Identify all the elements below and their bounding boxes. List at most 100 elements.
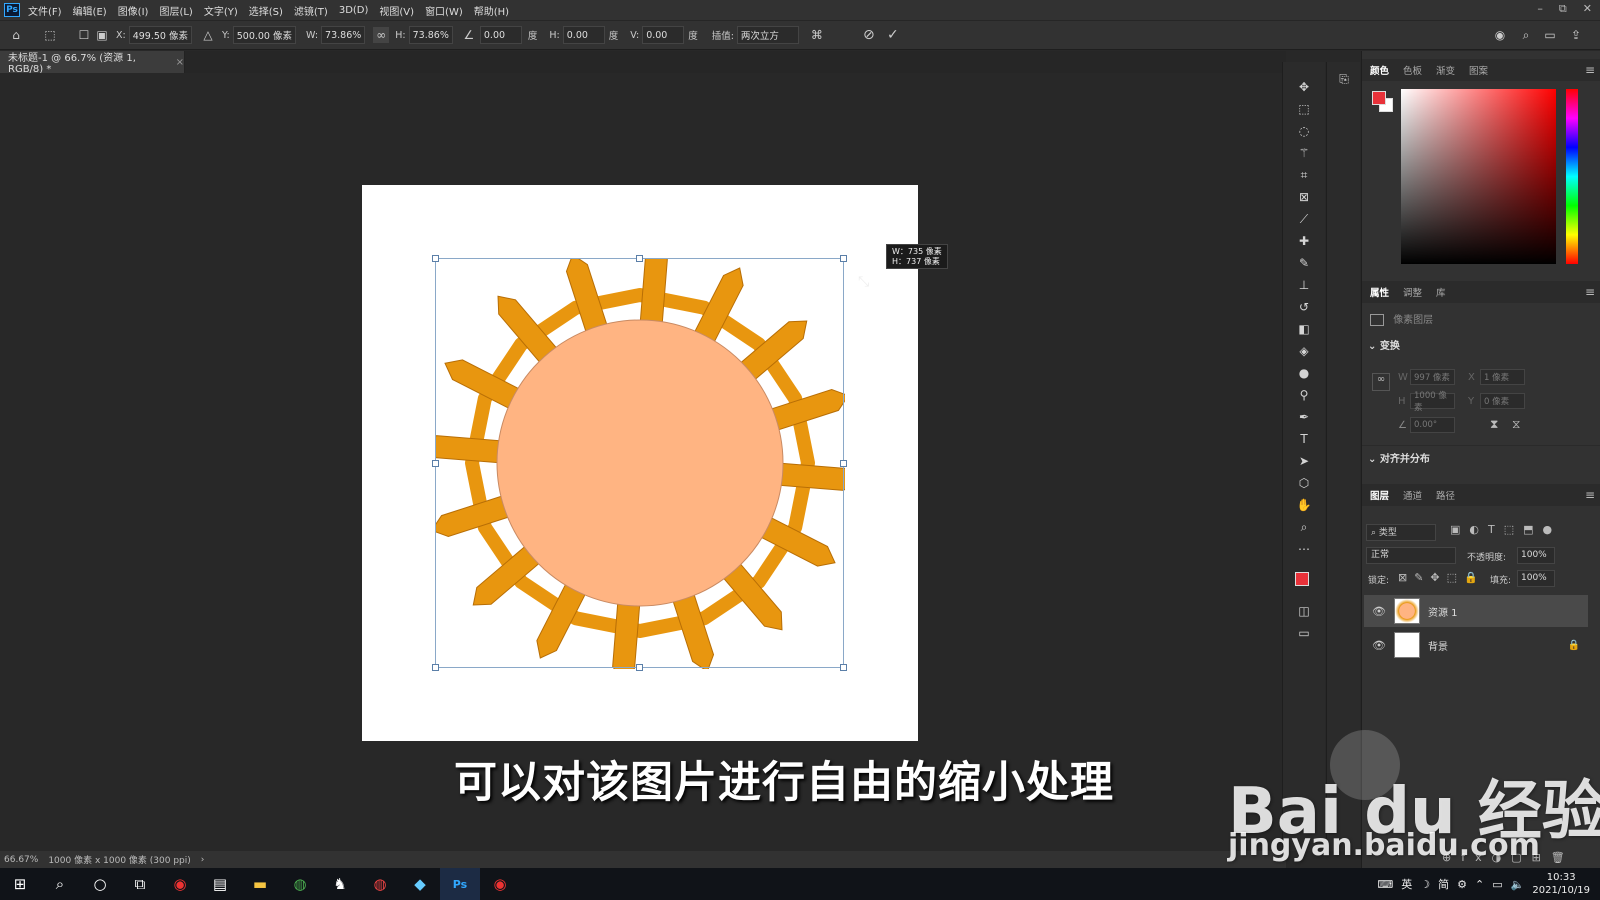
- history-brush-tool-icon[interactable]: ↺: [1295, 298, 1313, 316]
- task-view-icon[interactable]: ⧉: [120, 868, 160, 900]
- w-prop-input[interactable]: 997 像素: [1410, 369, 1455, 385]
- volume-icon[interactable]: 🔈: [1511, 878, 1525, 891]
- chevron-up-icon[interactable]: ⌃: [1475, 878, 1484, 891]
- layer-filter-icons[interactable]: ▣◐T⬚⬒●: [1450, 523, 1561, 536]
- document-tab[interactable]: 未标题-1 @ 66.7% (资源 1, RGB/8) * ×: [0, 51, 185, 75]
- panel-foreground-swatch[interactable]: [1372, 91, 1386, 105]
- share-icon[interactable]: ⇪: [1568, 27, 1584, 43]
- width-input[interactable]: 73.86%: [321, 26, 366, 44]
- foreground-color-swatch[interactable]: [1295, 572, 1309, 586]
- x-prop-input[interactable]: 1 像素: [1480, 369, 1525, 385]
- record-app-icon[interactable]: ◉: [160, 868, 200, 900]
- link-dimensions-icon[interactable]: ∞: [1372, 373, 1390, 391]
- tab-gradients[interactable]: 渐变: [1436, 63, 1455, 77]
- handle-bottom-left[interactable]: [432, 664, 439, 671]
- file-explorer-icon[interactable]: ▬: [240, 868, 280, 900]
- restore-button[interactable]: ⧉: [1559, 2, 1567, 16]
- handle-middle-right[interactable]: [840, 460, 847, 467]
- ime-language[interactable]: 英: [1401, 876, 1412, 892]
- blend-mode-select[interactable]: 正常: [1366, 547, 1456, 564]
- eyedropper-tool-icon[interactable]: ⟋: [1295, 210, 1313, 228]
- flip-horizontal-icon[interactable]: ⧗: [1490, 417, 1498, 432]
- h-prop-input[interactable]: 1000 像素: [1410, 391, 1455, 413]
- transform-section-header[interactable]: ⌄ 变换: [1362, 337, 1600, 352]
- app3-icon[interactable]: ◆: [400, 868, 440, 900]
- fill-input[interactable]: 100%: [1517, 570, 1555, 587]
- zoom-level[interactable]: 66.67%: [4, 855, 38, 865]
- minimize-button[interactable]: –: [1537, 2, 1543, 16]
- lock-icon[interactable]: 🔒: [1568, 640, 1580, 651]
- frame-tool-icon[interactable]: ⊠: [1295, 188, 1313, 206]
- cancel-transform-icon[interactable]: ⊘: [861, 27, 877, 43]
- menu-edit[interactable]: 编辑(E): [73, 3, 107, 18]
- layers-menu-icon[interactable]: ≡: [1585, 488, 1595, 502]
- quick-mask-icon[interactable]: ◫: [1295, 602, 1313, 620]
- keyboard-icon[interactable]: ⌨: [1377, 878, 1393, 891]
- workspace-icon[interactable]: ▭: [1542, 27, 1558, 43]
- screen-mode-icon[interactable]: ▭: [1295, 624, 1313, 642]
- chrome2-icon[interactable]: ◍: [360, 868, 400, 900]
- menu-filter[interactable]: 滤镜(T): [294, 3, 328, 18]
- layer-row-resource[interactable]: 👁 资源 1: [1364, 595, 1588, 627]
- move-tool-icon[interactable]: ✥: [1295, 78, 1313, 96]
- hand-tool-icon[interactable]: ✋: [1295, 496, 1313, 514]
- lasso-tool-icon[interactable]: ◌: [1295, 122, 1313, 140]
- stamp-tool-icon[interactable]: ⊥: [1295, 276, 1313, 294]
- ime-moon-icon[interactable]: ☽: [1420, 878, 1430, 891]
- menu-help[interactable]: 帮助(H): [474, 3, 509, 18]
- blur-tool-icon[interactable]: ●: [1295, 364, 1313, 382]
- transform-bounding-box[interactable]: [435, 258, 844, 668]
- reference-point-checkbox[interactable]: ☐: [76, 27, 92, 43]
- network-icon[interactable]: ▭: [1492, 878, 1502, 891]
- angle-input[interactable]: 0.00: [479, 26, 522, 44]
- menu-type[interactable]: 文字(Y): [204, 3, 238, 18]
- commit-transform-icon[interactable]: ✓: [885, 27, 901, 43]
- paint-bucket-tool-icon[interactable]: ◈: [1295, 342, 1313, 360]
- y-input[interactable]: 500.00 像素: [232, 26, 296, 44]
- align-section-header[interactable]: ⌄ 对齐并分布: [1362, 445, 1600, 465]
- tab-layers[interactable]: 图层: [1370, 488, 1389, 502]
- menu-image[interactable]: 图像(I): [118, 3, 149, 18]
- marquee-tool-icon[interactable]: ⬚: [1295, 100, 1313, 118]
- zoom-tool-icon[interactable]: ⌕: [1295, 518, 1313, 536]
- hue-slider[interactable]: [1566, 89, 1578, 264]
- tab-channels[interactable]: 通道: [1403, 488, 1422, 502]
- app-icon[interactable]: ▤: [200, 868, 240, 900]
- menu-3d[interactable]: 3D(D): [339, 5, 369, 16]
- more-tools-icon[interactable]: ⋯: [1295, 540, 1313, 558]
- warp-icon[interactable]: ⌘: [809, 27, 825, 43]
- panel-menu-icon[interactable]: ≡: [1585, 63, 1595, 77]
- windows-start-icon[interactable]: ⊞: [0, 868, 40, 900]
- search-icon[interactable]: ⌕: [1518, 27, 1534, 43]
- menu-view[interactable]: 视图(V): [379, 3, 414, 18]
- interpolation-select[interactable]: 两次立方: [736, 26, 799, 44]
- crop-tool-icon[interactable]: ⌗: [1295, 166, 1313, 184]
- opacity-input[interactable]: 100%: [1517, 547, 1555, 564]
- y-prop-input[interactable]: 0 像素: [1480, 393, 1525, 409]
- close-window-button[interactable]: ✕: [1583, 2, 1592, 16]
- record2-app-icon[interactable]: ◉: [480, 868, 520, 900]
- handle-top-left[interactable]: [432, 255, 439, 262]
- tab-adjustments[interactable]: 调整: [1403, 285, 1422, 299]
- handle-top-right[interactable]: [840, 255, 847, 262]
- history-panel-icon[interactable]: ⎘: [1335, 70, 1353, 88]
- handle-top-center[interactable]: [636, 255, 643, 262]
- dodge-tool-icon[interactable]: ⚲: [1295, 386, 1313, 404]
- vskew-input[interactable]: 0.00: [642, 26, 685, 44]
- lock-icons[interactable]: ⊠✎✥⬚🔒: [1398, 571, 1485, 584]
- properties-menu-icon[interactable]: ≡: [1585, 285, 1595, 299]
- delta-icon[interactable]: △: [200, 27, 216, 43]
- angle-prop-input[interactable]: 0.00°: [1410, 417, 1455, 433]
- handle-middle-left[interactable]: [432, 460, 439, 467]
- menu-layer[interactable]: 图层(L): [159, 3, 192, 18]
- link-icon[interactable]: ∞: [373, 27, 390, 43]
- eye-icon[interactable]: 👁: [1372, 605, 1388, 618]
- tab-swatches[interactable]: 色板: [1403, 63, 1422, 77]
- handle-bottom-center[interactable]: [636, 664, 643, 671]
- x-input[interactable]: 499.50 像素: [128, 26, 192, 44]
- type-tool-icon[interactable]: T: [1295, 430, 1313, 448]
- app2-icon[interactable]: ♞: [320, 868, 360, 900]
- layer-row-background[interactable]: 👁 背景 🔒: [1364, 629, 1588, 661]
- search-icon[interactable]: ⌕: [40, 868, 80, 900]
- healing-tool-icon[interactable]: ✚: [1295, 232, 1313, 250]
